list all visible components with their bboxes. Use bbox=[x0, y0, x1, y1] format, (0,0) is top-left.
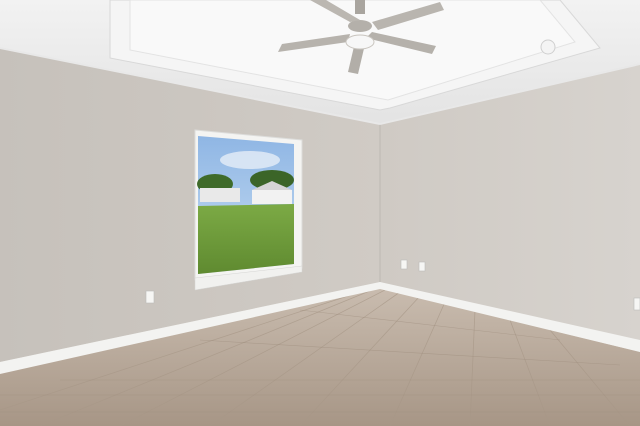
smoke-detector-icon bbox=[540, 39, 556, 55]
power-outlet-icon bbox=[145, 290, 155, 304]
power-outlet-icon bbox=[400, 259, 408, 270]
power-outlet-icon bbox=[633, 297, 640, 311]
empty-room-photo bbox=[0, 0, 640, 426]
power-outlet-icon bbox=[418, 261, 426, 272]
window bbox=[194, 129, 303, 291]
